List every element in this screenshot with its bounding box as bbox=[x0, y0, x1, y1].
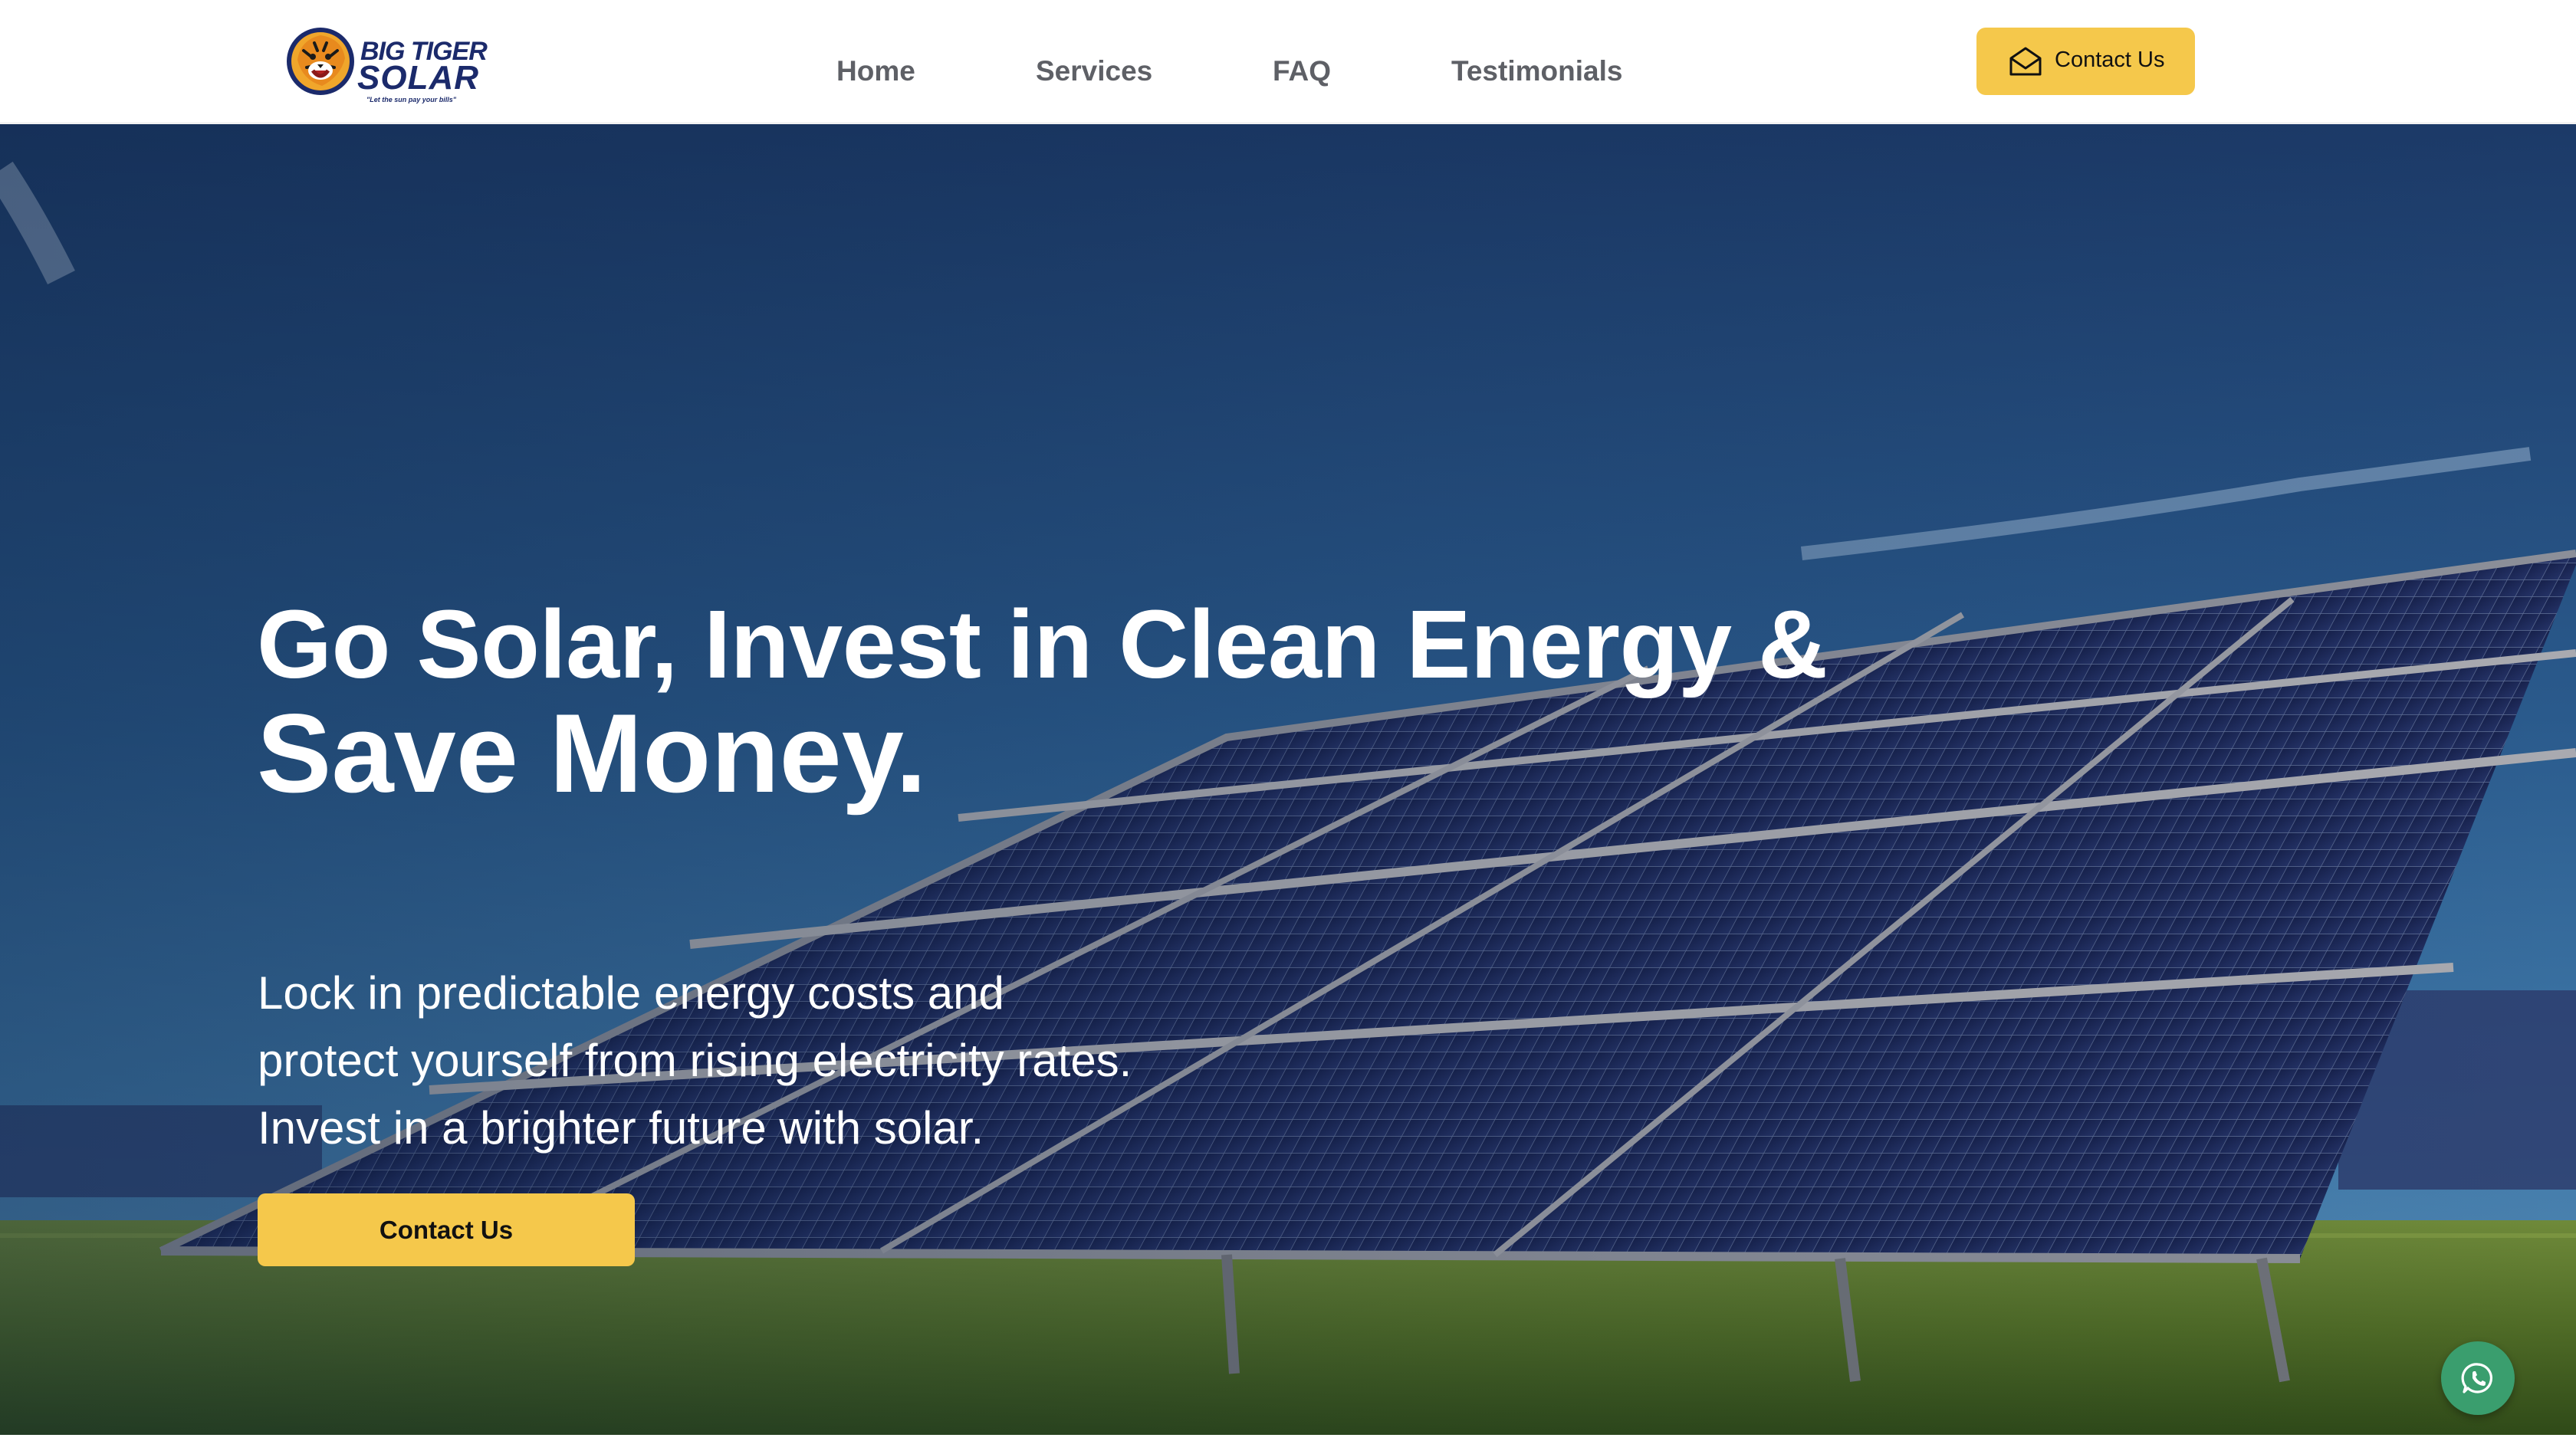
hero-title: Go Solar, Invest in Clean Energy & Save … bbox=[257, 596, 1944, 809]
page-bottom-strip bbox=[0, 1435, 2576, 1441]
whatsapp-icon bbox=[2461, 1363, 2493, 1393]
nav-services[interactable]: Services bbox=[1036, 55, 1152, 87]
nav-testimonials[interactable]: Testimonials bbox=[1451, 55, 1622, 87]
header-contact-button[interactable]: Contact Us bbox=[1976, 28, 2195, 95]
envelope-icon bbox=[2009, 47, 2042, 76]
hero-title-line-2: Save Money. bbox=[257, 691, 927, 816]
hero-subtitle: Lock in predictable energy costs and pro… bbox=[258, 960, 1254, 1162]
hero-contact-button[interactable]: Contact Us bbox=[258, 1193, 635, 1266]
logo[interactable]: BIG TIGER SOLAR "Let the sun pay your bi… bbox=[284, 23, 488, 103]
nav-faq[interactable]: FAQ bbox=[1273, 55, 1331, 87]
hero-subtitle-line-3: Invest in a brighter future with solar. bbox=[258, 1102, 984, 1154]
hero-section: Go Solar, Invest in Clean Energy & Save … bbox=[0, 124, 2576, 1435]
whatsapp-chat-button[interactable] bbox=[2441, 1341, 2515, 1415]
hero-subtitle-line-2: protect yourself from rising electricity… bbox=[258, 1035, 1132, 1086]
nav-home[interactable]: Home bbox=[836, 55, 915, 87]
hero-contact-label: Contact Us bbox=[379, 1215, 514, 1244]
hero-title-line-1: Go Solar, Invest in Clean Energy & bbox=[257, 590, 1828, 698]
logo-line-2: SOLAR bbox=[357, 59, 479, 97]
logo-tagline: "Let the sun pay your bills" bbox=[366, 96, 457, 103]
header-contact-label: Contact Us bbox=[2055, 48, 2165, 72]
site-header: BIG TIGER SOLAR "Let the sun pay your bi… bbox=[0, 0, 2576, 123]
hero-subtitle-line-1: Lock in predictable energy costs and bbox=[258, 967, 1004, 1019]
